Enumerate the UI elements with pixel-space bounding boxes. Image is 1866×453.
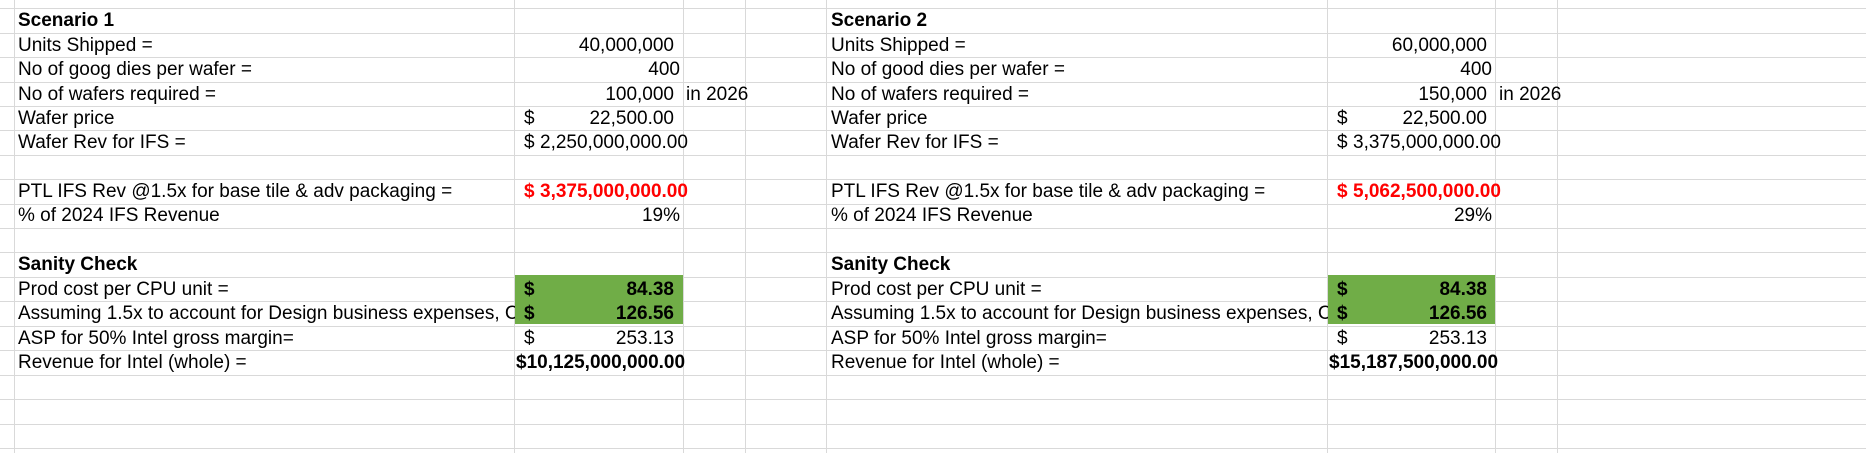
scenario-2-row-pct: % of 2024 IFS Revenue 29%	[0, 201, 1866, 230]
row-value[interactable]: 3,375,000,000.00	[1353, 128, 1501, 157]
row-divider	[0, 399, 1866, 400]
row-label[interactable]: Revenue for Intel (whole) =	[831, 348, 1321, 377]
row-divider	[0, 424, 1866, 425]
scenario-2-row-wafer-rev: Wafer Rev for IFS = $ 3,375,000,000.00	[0, 128, 1866, 157]
row-divider	[0, 448, 1866, 449]
row-label[interactable]: Wafer Rev for IFS =	[831, 128, 1321, 157]
revenue-value[interactable]: $15,187,500,000.00	[1329, 348, 1498, 377]
scenario-2-row-revenue: Revenue for Intel (whole) = $15,187,500,…	[0, 348, 1866, 377]
spreadsheet-grid[interactable]: Scenario 1 Units Shipped = 40,000,000 No…	[0, 0, 1866, 453]
pct-value[interactable]: 29%	[1329, 201, 1492, 230]
row-label[interactable]: % of 2024 IFS Revenue	[831, 201, 1321, 230]
